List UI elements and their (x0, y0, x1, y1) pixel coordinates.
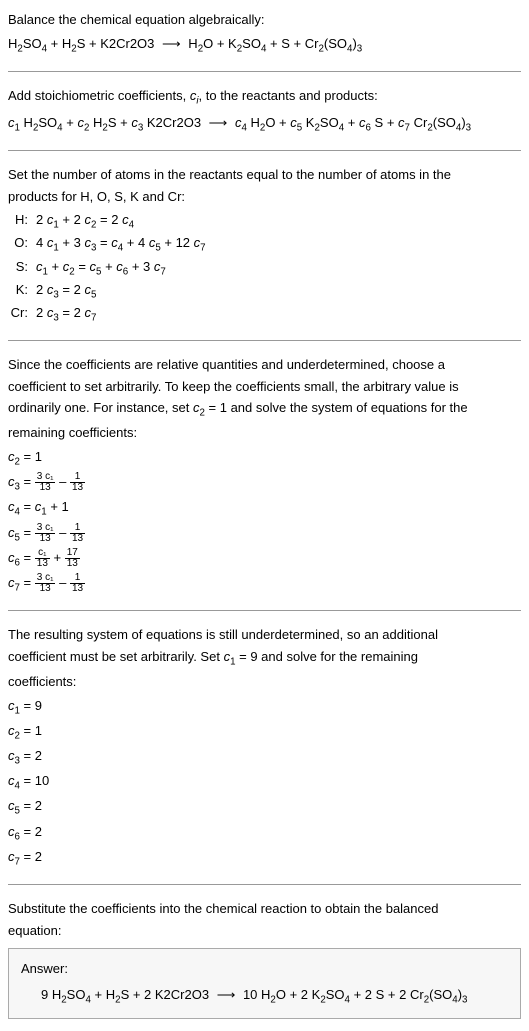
coeff-c4: c4 = c1 + 1 (8, 497, 521, 520)
coeff-c5: c5 = 2 (8, 796, 521, 819)
step5-text-2: coefficient must be set arbitrarily. Set… (8, 647, 521, 670)
step4-text-4: remaining coefficients: (8, 423, 521, 443)
coeff-c6: c6 = 2 (8, 822, 521, 845)
step3-text-1: Set the number of atoms in the reactants… (8, 165, 521, 185)
arrow-icon: ⟶ (209, 115, 228, 130)
step6-text-2: equation: (8, 921, 521, 941)
coeff-c1: c1 = 9 (8, 696, 521, 719)
step4-text-2: coefficient to set arbitrarily. To keep … (8, 377, 521, 397)
coeff-c7: c7 = 2 (8, 847, 521, 870)
coeff-c3: c3 = 3 c₁13 – 113 (8, 472, 521, 495)
intro-equation: H2SO4 + H2S + K2Cr2O3 ⟶ H2O + K2SO4 + S … (8, 34, 521, 57)
atom-table: H: 2 c1 + 2 c2 = 2 c4 O: 4 c1 + 3 c3 = c… (8, 210, 521, 326)
step6-section: Substitute the coefficients into the che… (8, 899, 521, 1019)
atom-label: H: (8, 210, 36, 233)
step3-text-2: products for H, O, S, K and Cr: (8, 187, 521, 207)
answer-equation: 9 H2SO4 + H2S + 2 K2Cr2O3 ⟶ 10 H2O + 2 K… (21, 985, 508, 1008)
step2-equation: c1 H2SO4 + c2 H2S + c3 K2Cr2O3 ⟶ c4 H2O … (8, 113, 521, 136)
step5-section: The resulting system of equations is sti… (8, 625, 521, 870)
answer-box: Answer: 9 H2SO4 + H2S + 2 K2Cr2O3 ⟶ 10 H… (8, 948, 521, 1019)
divider (8, 150, 521, 151)
coeff-c6: c6 = c₁13 + 1713 (8, 548, 521, 571)
atom-row-o: O: 4 c1 + 3 c3 = c4 + 4 c5 + 12 c7 (8, 233, 521, 256)
coeff-list-fractions: c2 = 1 c3 = 3 c₁13 – 113 c4 = c1 + 1 c5 … (8, 447, 521, 596)
divider (8, 71, 521, 72)
step4-text-1: Since the coefficients are relative quan… (8, 355, 521, 375)
atom-row-h: H: 2 c1 + 2 c2 = 2 c4 (8, 210, 521, 233)
coeff-list-final: c1 = 9 c2 = 1 c3 = 2 c4 = 10 c5 = 2 c6 =… (8, 696, 521, 871)
eq-rhs: H2O + K2SO4 + S + Cr2(SO4)3 (188, 36, 362, 51)
intro-section: Balance the chemical equation algebraica… (8, 10, 521, 57)
coeff-c2: c2 = 1 (8, 447, 521, 470)
divider (8, 884, 521, 885)
atom-eq: 4 c1 + 3 c3 = c4 + 4 c5 + 12 c7 (36, 233, 206, 256)
atom-eq: 2 c3 = 2 c7 (36, 303, 96, 326)
step6-text-1: Substitute the coefficients into the che… (8, 899, 521, 919)
atom-row-k: K: 2 c3 = 2 c5 (8, 280, 521, 303)
atom-label: O: (8, 233, 36, 256)
arrow-icon: ⟶ (217, 987, 236, 1002)
atom-label: K: (8, 280, 36, 303)
step4-section: Since the coefficients are relative quan… (8, 355, 521, 596)
coeff-c2: c2 = 1 (8, 721, 521, 744)
atom-eq: 2 c3 = 2 c5 (36, 280, 96, 303)
atom-row-s: S: c1 + c2 = c5 + c6 + 3 c7 (8, 257, 521, 280)
coeff-c3: c3 = 2 (8, 746, 521, 769)
intro-text: Balance the chemical equation algebraica… (8, 10, 521, 30)
coeff-c4: c4 = 10 (8, 771, 521, 794)
arrow-icon: ⟶ (162, 36, 181, 51)
atom-eq: c1 + c2 = c5 + c6 + 3 c7 (36, 257, 166, 280)
step4-text-3: ordinarily one. For instance, set c2 = 1… (8, 398, 521, 421)
atom-row-cr: Cr: 2 c3 = 2 c7 (8, 303, 521, 326)
coeff-c7: c7 = 3 c₁13 – 113 (8, 573, 521, 596)
step2-section: Add stoichiometric coefficients, ci, to … (8, 86, 521, 136)
step2-text: Add stoichiometric coefficients, ci, to … (8, 86, 521, 109)
step3-section: Set the number of atoms in the reactants… (8, 165, 521, 326)
answer-title: Answer: (21, 959, 508, 979)
atom-eq: 2 c1 + 2 c2 = 2 c4 (36, 210, 134, 233)
step5-text-1: The resulting system of equations is sti… (8, 625, 521, 645)
atom-label: S: (8, 257, 36, 280)
atom-label: Cr: (8, 303, 36, 326)
step5-text-3: coefficients: (8, 672, 521, 692)
coeff-c5: c5 = 3 c₁13 – 113 (8, 523, 521, 546)
divider (8, 610, 521, 611)
divider (8, 340, 521, 341)
eq-lhs: H2SO4 + H2S + K2Cr2O3 (8, 36, 154, 51)
